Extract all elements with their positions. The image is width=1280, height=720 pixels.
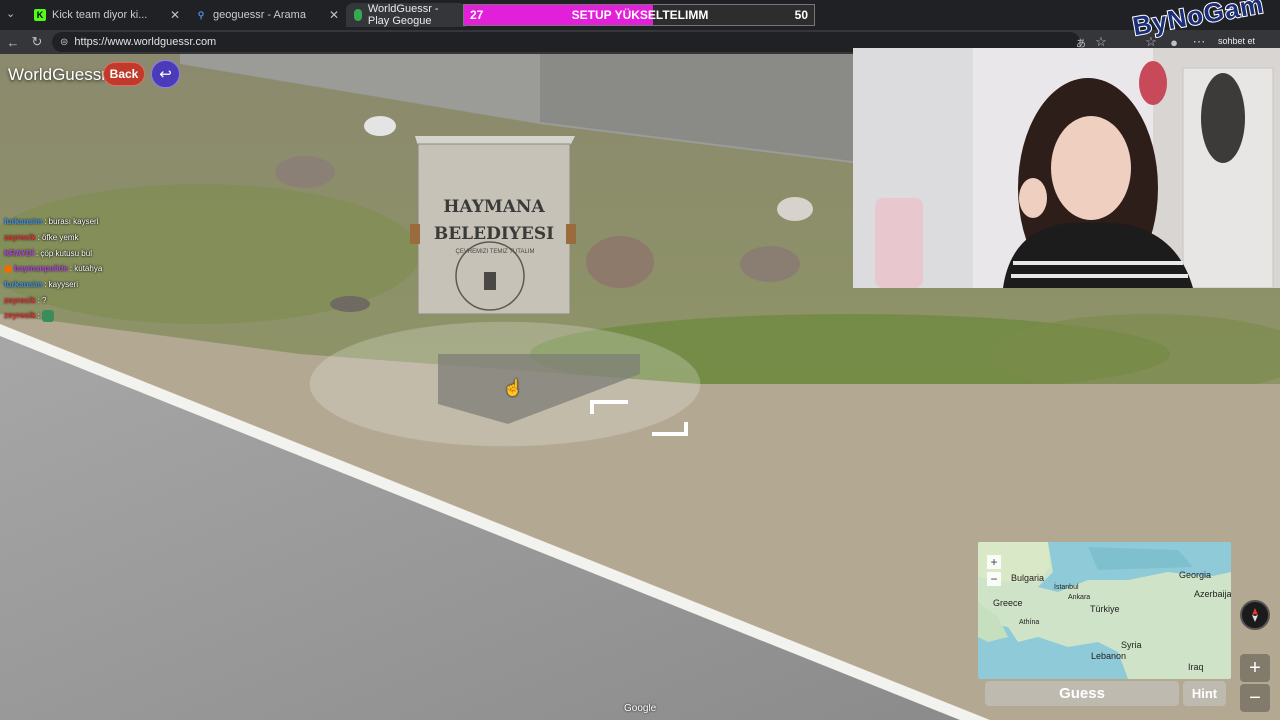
stream-goal-bar: 27 SETUP YÜKSELTELIMM 50 [463,4,815,26]
site-info-icon[interactable]: ⊜ [60,37,68,48]
globe-icon [354,9,362,21]
tab-title: WorldGuessr - Play Geogue [367,3,439,27]
chat-message: zeyrecik: ? [4,292,164,308]
chat-user: zeyrecik [4,295,36,305]
chat-text: : [37,311,40,321]
map-label-turkiye: Türkiye [1090,604,1120,614]
chat-text: : kutahya [69,264,103,274]
chat-text: : burası kayseri [44,217,99,227]
webcam-image [853,48,1280,288]
chat-user: zeyrecik [4,311,36,321]
trash-bin-sign: HAYMANA BELEDIYESI [418,194,570,248]
sign-small-text: ÇEVREMIZI TEMIZ TUTALIM [455,249,535,255]
stream-chat-overlay: furkansim: burası kayseri zeyrecik: öfke… [4,214,164,324]
sign-line2: BELEDIYESI [433,224,555,244]
minimap-zoom-in-button[interactable]: + [987,555,1001,569]
back-button[interactable]: Back [103,62,145,86]
tab-title: geoguessr - Arama [213,9,306,21]
tab-list-chevron-icon[interactable]: ⌄ [6,7,15,20]
zoom-out-button[interactable]: − [1240,684,1270,712]
close-tab-icon[interactable]: ✕ [170,8,180,22]
map-label-iraq: Iraq [1188,662,1204,672]
chat-user: zeyrecik [4,233,36,243]
tab-worldguessr[interactable]: WorldGuessr - Play Geogue [346,3,466,27]
compass-needle-icon [1252,608,1258,622]
chat-message: baymanpulide: kutahya [4,261,164,277]
url-text: https://www.worldguessr.com [74,36,217,48]
reload-icon[interactable]: ↻ [28,33,46,51]
map-label-ankara: Ankara [1068,594,1091,601]
chat-message: KRAYDİ: çöp kutusu bul [4,245,164,261]
kick-icon: K [34,9,46,21]
map-label-bulgaria: Bulgaria [1011,573,1045,583]
chat-message: zeyrecik: [4,308,164,324]
guess-minimap[interactable]: Bulgaria Georgia İstanbul Ankara Greece … [978,542,1231,679]
tab-search[interactable]: ⚲ geoguessr - Arama ✕ [187,3,345,27]
return-to-start-button[interactable]: ↩ [151,60,180,88]
sign-line1: HAYMANA [443,197,545,217]
chat-text: : öfke yemk [37,233,79,243]
map-label-istanbul: İstanbul [1054,584,1079,591]
hand-cursor-icon: ☝ [503,380,523,397]
chat-message: furkansim: burası kayseri [4,214,164,230]
minimap-zoom-out-button[interactable]: − [987,572,1001,586]
chat-emote-icon [41,309,54,322]
tab-kick[interactable]: K Kick team diyor ki... ✕ [26,3,186,27]
close-tab-icon[interactable]: ✕ [329,8,339,22]
chat-text: : ? [37,295,47,305]
tab-title: Kick team diyor ki... [52,9,148,21]
chat-message: zeyrecik: öfke yemk [4,230,164,246]
guess-button[interactable]: Guess [985,681,1179,706]
map-label-athina: Athína [1019,619,1040,626]
google-attribution: Google [624,703,657,714]
hint-button[interactable]: Hint [1183,681,1226,706]
chat-button[interactable]: sohbet et [1218,36,1255,46]
map-label-lebanon: Lebanon [1091,651,1127,661]
search-icon: ⚲ [197,9,205,20]
chat-user: KRAYDİ [4,248,34,258]
chat-text: : çöp kutusu bul [35,248,92,258]
goal-target: 50 [794,8,808,22]
chat-text: : kayyseri [44,280,79,290]
zoom-in-button[interactable]: + [1240,654,1270,682]
chat-message: furkansim: kayyseri [4,277,164,293]
chat-user: baymanpulide [14,264,68,274]
chat-user: furkansim [4,280,43,290]
streamer-webcam [853,48,1280,288]
compass-icon[interactable] [1240,600,1270,630]
map-label-georgia: Georgia [1179,570,1212,580]
chat-user: furkansim [4,217,43,227]
map-label-syria: Syria [1121,640,1142,650]
back-arrow-icon[interactable]: ← [4,33,22,51]
map-label-greece: Greece [993,598,1023,608]
chat-badge-icon [4,264,12,273]
goal-label: SETUP YÜKSELTELIMM [571,8,709,22]
map-label-azerbaijan: Azerbaijan [1194,589,1231,599]
return-arrow-icon: ↩ [159,66,172,83]
worldguessr-logo: WorldGuessr [8,65,107,84]
